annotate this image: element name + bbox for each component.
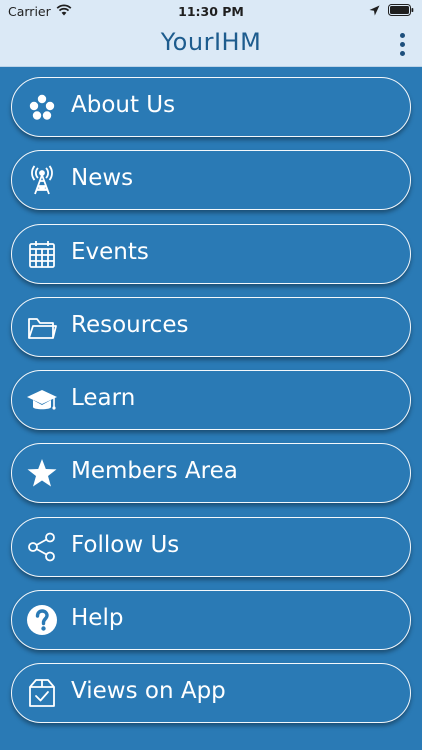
dots-cluster-icon (26, 91, 58, 123)
menu-item-label: Learn (71, 385, 136, 412)
star-icon (26, 457, 58, 489)
help-icon (26, 604, 58, 636)
about-us-button[interactable]: About Us (11, 77, 411, 137)
app-title: YourIHM (160, 28, 262, 56)
more-dot (399, 50, 405, 56)
events-button[interactable]: Events (11, 223, 411, 284)
members-area-button[interactable]: Members Area (11, 443, 411, 504)
main-menu: About Us News Events Resources Learn Mem… (11, 77, 412, 737)
more-dot (399, 32, 405, 38)
status-bar: Carrier 11:30 PM (0, 0, 422, 22)
menu-item-label: Members Area (71, 458, 238, 485)
battery-icon (388, 4, 414, 19)
app-header: YourIHM (0, 22, 422, 67)
views-on-app-button[interactable]: Views on App (11, 663, 411, 724)
menu-item-label: Resources (71, 311, 189, 338)
help-button[interactable]: Help (11, 590, 411, 651)
graduation-cap-icon (26, 384, 58, 416)
share-icon (26, 531, 58, 563)
menu-item-label: About Us (71, 92, 176, 118)
menu-item-label: News (71, 165, 134, 192)
menu-item-label: Help (71, 605, 124, 632)
follow-us-button[interactable]: Follow Us (11, 516, 411, 577)
status-right (369, 4, 414, 19)
news-button[interactable]: News (11, 150, 411, 211)
location-arrow-icon (369, 4, 380, 19)
menu-item-label: Views on App (71, 678, 226, 705)
folder-icon (26, 311, 58, 343)
more-dot (399, 41, 405, 47)
menu-item-label: Events (71, 238, 149, 265)
more-options-button[interactable] (392, 30, 412, 58)
menu-item-label: Follow Us (71, 531, 180, 558)
feedback-box-icon (26, 677, 58, 709)
resources-button[interactable]: Resources (11, 296, 411, 357)
learn-button[interactable]: Learn (11, 370, 411, 431)
status-time: 11:30 PM (178, 4, 244, 19)
calendar-icon (26, 238, 58, 270)
radio-tower-icon (26, 164, 58, 196)
